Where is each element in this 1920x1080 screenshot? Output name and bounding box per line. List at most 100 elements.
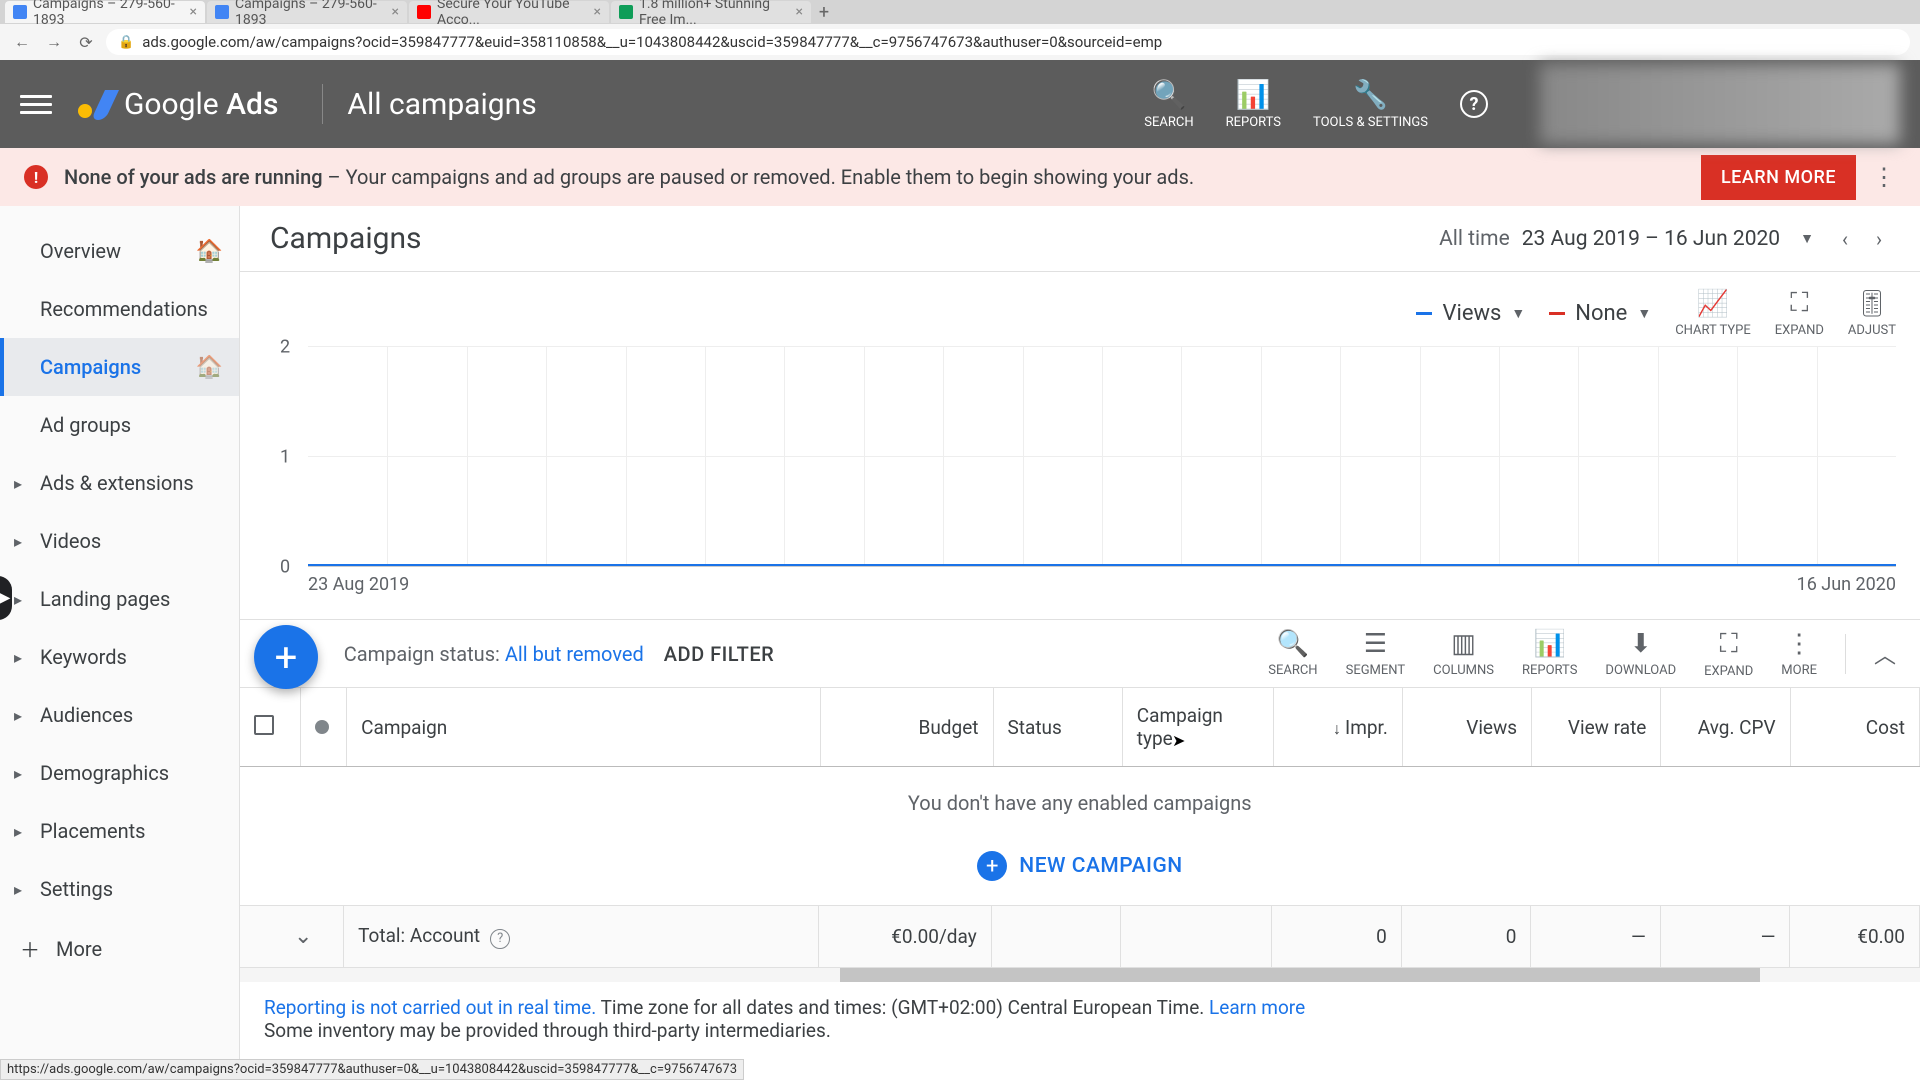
col-view-rate[interactable]: View rate xyxy=(1532,688,1661,767)
collapse-table-icon[interactable]: ︿ xyxy=(1874,638,1896,670)
url-input[interactable]: 🔒ads.google.com/aw/campaigns?ocid=359847… xyxy=(106,29,1910,55)
date-preset-label: All time xyxy=(1439,227,1510,251)
action-label: REPORTS xyxy=(1226,115,1281,130)
columns-button[interactable]: ▥COLUMNS xyxy=(1433,629,1494,678)
sidebar-label: Demographics xyxy=(40,761,169,785)
sidebar-item-audiences[interactable]: ▸Audiences xyxy=(0,686,239,744)
footer-link[interactable]: Reporting is not carried out in real tim… xyxy=(264,996,596,1019)
sidebar-item-adgroups[interactable]: Ad groups xyxy=(0,396,239,454)
search-button[interactable]: 🔍SEARCH xyxy=(1144,78,1193,130)
chevron-right-icon: ▸ xyxy=(14,880,22,899)
tab-close-icon[interactable]: × xyxy=(392,4,399,20)
sidebar-item-ads-extensions[interactable]: ▸Ads & extensions xyxy=(0,454,239,512)
col-avg-cpv[interactable]: Avg. CPV xyxy=(1661,688,1790,767)
sidebar-item-keywords[interactable]: ▸Keywords xyxy=(0,628,239,686)
expand-chart-button[interactable]: ⛶EXPAND xyxy=(1775,288,1824,338)
back-icon[interactable]: ← xyxy=(10,30,34,54)
select-all-header[interactable] xyxy=(240,688,300,767)
table-reports-button[interactable]: 📊REPORTS xyxy=(1522,629,1577,678)
tab-close-icon[interactable]: × xyxy=(796,4,803,20)
search-icon: 🔍 xyxy=(1152,78,1187,111)
filter-chip[interactable]: Campaign status: All but removed xyxy=(344,642,644,666)
table-search-button[interactable]: 🔍SEARCH xyxy=(1268,629,1317,678)
download-button[interactable]: ⬇DOWNLOAD xyxy=(1605,629,1676,678)
sidebar-item-recommendations[interactable]: Recommendations xyxy=(0,280,239,338)
chevron-down-icon[interactable]: ▼ xyxy=(1792,230,1822,247)
help-icon[interactable]: ? xyxy=(490,929,510,949)
new-campaign-button[interactable]: + NEW CAMPAIGN xyxy=(240,839,1920,906)
menu-icon[interactable] xyxy=(20,88,52,120)
browser-status-bar: https://ads.google.com/aw/campaigns?ocid… xyxy=(0,1059,744,1080)
logo[interactable]: Google Ads xyxy=(76,86,278,122)
forward-icon[interactable]: → xyxy=(42,30,66,54)
table-toolbar: ▼ Campaign status: All but removed ADD F… xyxy=(240,620,1920,688)
sidebar-item-landing-pages[interactable]: ▸Landing pages xyxy=(0,570,239,628)
help-icon[interactable]: ? xyxy=(1460,90,1488,118)
col-impr[interactable]: ↓Impr. xyxy=(1273,688,1402,767)
header-actions: 🔍SEARCH 📊 REPORTS 🔧TOOLS & SETTINGS ? xyxy=(1144,64,1900,144)
horizontal-scrollbar[interactable] xyxy=(240,968,1920,982)
col-campaign-type[interactable]: Campaign type xyxy=(1122,688,1273,767)
tool-label: EXPAND xyxy=(1775,323,1824,338)
sidebar-item-overview[interactable]: Overview🏠 xyxy=(0,222,239,280)
browser-tab[interactable]: Campaigns – 279-560-1893× xyxy=(207,1,407,23)
metric-label: None xyxy=(1575,301,1627,326)
tools-button[interactable]: 🔧TOOLS & SETTINGS xyxy=(1313,78,1428,130)
tab-close-icon[interactable]: × xyxy=(594,4,601,20)
col-budget[interactable]: Budget xyxy=(821,688,993,767)
empty-message: You don't have any enabled campaigns xyxy=(240,767,1920,840)
context-title[interactable]: All campaigns xyxy=(347,87,536,122)
sidebar-label: Overview xyxy=(40,239,121,263)
plus-circle-icon: + xyxy=(977,851,1007,881)
chart-icon: 📊 xyxy=(1236,78,1271,111)
col-cost[interactable]: Cost xyxy=(1790,688,1919,767)
adjust-chart-button[interactable]: 🎚ADJUST xyxy=(1848,289,1896,338)
metric-select-1[interactable]: Views▼ xyxy=(1416,301,1525,326)
scrollbar-thumb[interactable] xyxy=(840,968,1760,982)
empty-state-row: You don't have any enabled campaigns xyxy=(240,767,1920,840)
metric-select-2[interactable]: None▼ xyxy=(1549,301,1651,326)
col-campaign[interactable]: Campaign xyxy=(347,688,821,767)
sidebar-label: Placements xyxy=(40,819,146,843)
sidebar-item-settings[interactable]: ▸Settings xyxy=(0,860,239,918)
sidebar-item-demographics[interactable]: ▸Demographics xyxy=(0,744,239,802)
sidebar-more[interactable]: ＋More xyxy=(0,918,239,979)
page-title: Campaigns xyxy=(270,221,422,256)
plus-icon: ＋ xyxy=(20,934,40,963)
reports-button[interactable]: 📊 REPORTS xyxy=(1226,78,1281,130)
total-type xyxy=(1121,906,1272,968)
col-views[interactable]: Views xyxy=(1402,688,1531,767)
lock-icon: 🔒 xyxy=(118,35,134,50)
new-tab-button[interactable]: + xyxy=(813,1,835,23)
table-header-row: Campaign Budget Status Campaign type ↓Im… xyxy=(240,688,1920,767)
y-tick: 2 xyxy=(280,337,290,358)
checkbox-icon[interactable] xyxy=(254,715,274,735)
footer-link[interactable]: Learn more xyxy=(1209,996,1305,1019)
more-button[interactable]: ⋮MORE xyxy=(1781,629,1817,678)
date-range-picker[interactable]: All time 23 Aug 2019 – 16 Jun 2020 ▼ ‹ › xyxy=(1439,227,1890,251)
kebab-menu-icon[interactable]: ⋮ xyxy=(1872,163,1896,191)
sidebar-item-videos[interactable]: ▸Videos xyxy=(0,512,239,570)
chart-controls: Views▼ None▼ 📈CHART TYPE ⛶EXPAND 🎚ADJUST xyxy=(264,288,1896,338)
sidebar-label: Ads & extensions xyxy=(40,471,194,495)
expand-table-button[interactable]: ⛶EXPAND xyxy=(1704,629,1753,679)
browser-tab[interactable]: Campaigns – 279-560-1893× xyxy=(5,1,205,23)
sidebar-item-campaigns[interactable]: Campaigns🏠 xyxy=(0,338,239,396)
new-campaign-fab[interactable]: + xyxy=(254,625,318,689)
browser-chrome: Campaigns – 279-560-1893× Campaigns – 27… xyxy=(0,0,1920,60)
browser-tab[interactable]: 1.8 million+ Stunning Free Im...× xyxy=(611,1,811,23)
learn-more-button[interactable]: LEARN MORE xyxy=(1701,155,1856,200)
chart-type-button[interactable]: 📈CHART TYPE xyxy=(1675,289,1751,338)
status-header[interactable] xyxy=(300,688,346,767)
add-filter-button[interactable]: ADD FILTER xyxy=(664,642,774,666)
tab-close-icon[interactable]: × xyxy=(190,4,197,20)
alert-text: None of your ads are running – Your camp… xyxy=(64,165,1194,189)
col-status[interactable]: Status xyxy=(993,688,1122,767)
reload-icon[interactable]: ⟳ xyxy=(74,30,98,54)
next-period-icon[interactable]: › xyxy=(1868,227,1890,251)
chevron-down-icon[interactable]: ⌄ xyxy=(294,924,312,949)
prev-period-icon[interactable]: ‹ xyxy=(1834,227,1856,251)
sidebar-item-placements[interactable]: ▸Placements xyxy=(0,802,239,860)
browser-tab[interactable]: Secure Your YouTube Acco...× xyxy=(409,1,609,23)
segment-button[interactable]: ☰SEGMENT xyxy=(1346,629,1406,678)
